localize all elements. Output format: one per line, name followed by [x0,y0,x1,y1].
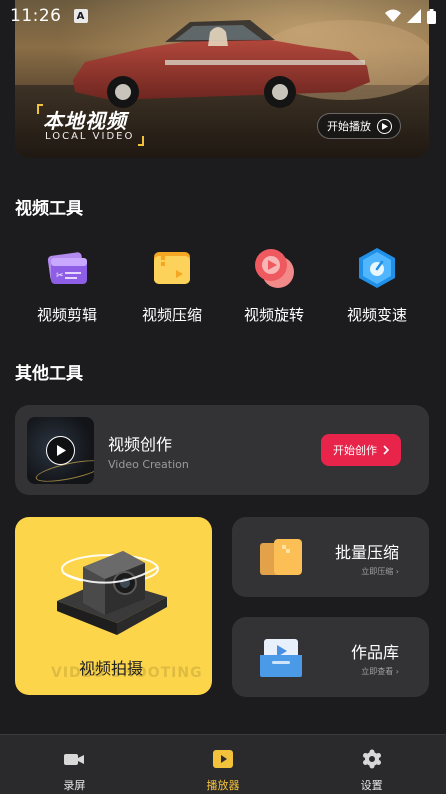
batch-compress-link[interactable]: 立即压缩 › [361,566,399,577]
start-play-button[interactable]: 开始播放 [317,113,401,139]
tool-video-rotate[interactable]: 视频旋转 [224,246,324,325]
works-library-link[interactable]: 立即查看 › [361,666,399,677]
start-creation-button[interactable]: 开始创作 [321,434,401,466]
video-creation-card[interactable]: 视频创作 Video Creation 开始创作 [15,405,429,495]
start-play-label: 开始播放 [327,120,371,133]
compress-folder-icon [260,539,302,575]
play-icon [377,118,392,134]
works-library-title: 作品库 [350,643,399,662]
gear-icon [361,749,383,769]
notification-icon: A [73,9,88,23]
tool-video-compress[interactable]: 视频压缩 [122,246,222,325]
nav-item-player[interactable]: 播放器 [149,735,298,794]
svg-text:✂: ✂ [56,271,64,281]
batch-compress-title: 批量压缩 [334,543,399,562]
tool-label: 视频压缩 [141,306,202,324]
battery-icon [427,8,436,24]
speed-hexagon-icon [355,246,399,290]
wifi-icon [385,9,401,22]
video-tools-title: 视频工具 [15,199,83,219]
status-bar: 11:26 A [0,0,446,32]
chevron-right-icon [383,445,389,455]
bottom-navigation: 录屏 播放器 设置 [0,734,446,794]
banner-title: 本地视频 [43,109,127,133]
nav-label: 播放器 [206,779,240,792]
tool-video-speed[interactable]: 视频变速 [327,246,427,325]
nav-item-settings[interactable]: 设置 [297,735,446,794]
bracket-decoration [138,136,144,146]
status-time: 11:26 [10,6,62,26]
tool-label: 视频旋转 [243,306,304,324]
video-camera-icon [63,749,85,769]
tool-label: 视频剪辑 [36,306,97,324]
signal-icon [407,9,421,23]
nav-label: 设置 [360,779,383,792]
start-creation-label: 开始创作 [333,444,377,457]
video-shooting-card[interactable]: VIDEO SHOOTING 视频拍摄 [15,517,212,695]
player-icon [212,749,234,769]
nav-item-screen-record[interactable]: 录屏 [0,735,149,794]
video-creation-title: 视频创作 [108,435,173,454]
rotate-play-icon [252,246,296,290]
nav-label: 录屏 [63,779,86,792]
tool-label: 视频变速 [346,306,407,324]
tool-video-edit[interactable]: ✂ 视频剪辑 [17,246,117,325]
other-tools-title: 其他工具 [15,364,83,384]
compress-folder-icon [150,246,194,290]
video-creation-subtitle: Video Creation [108,458,189,471]
video-library-icon [260,639,302,677]
clapperboard-icon: ✂ [45,246,89,290]
banner-subtitle: LOCAL VIDEO [45,131,135,142]
works-library-card[interactable]: 作品库 立即查看 › [232,617,429,697]
play-icon [46,436,75,465]
batch-compress-card[interactable]: 批量压缩 立即压缩 › [232,517,429,597]
video-creation-thumbnail [27,417,94,484]
video-shooting-label: 视频拍摄 [79,659,144,678]
